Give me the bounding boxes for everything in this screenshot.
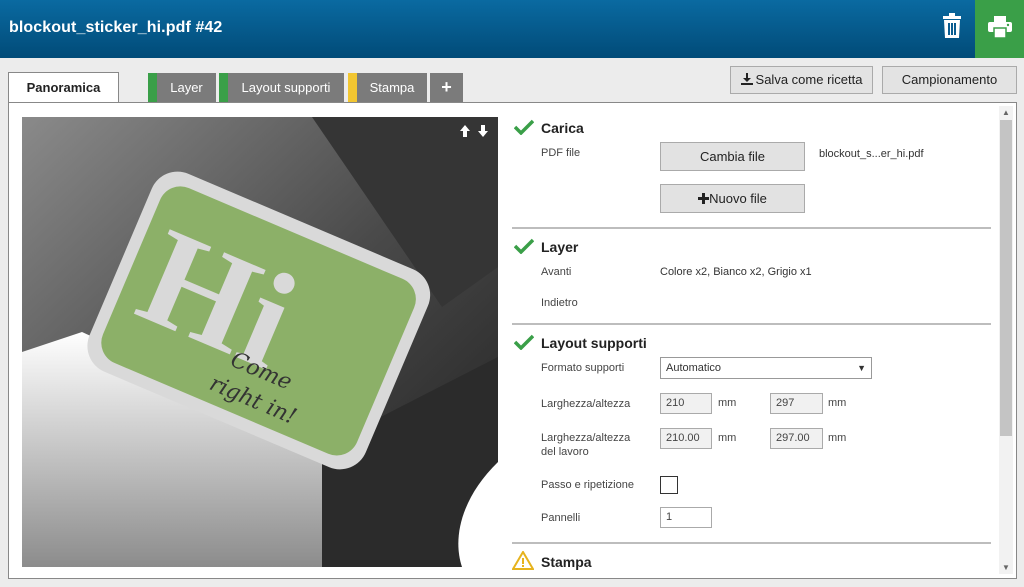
sampling-button[interactable]: Campionamento xyxy=(882,66,1017,94)
save-recipe-button[interactable]: Salva come ricetta xyxy=(730,66,873,94)
height-input[interactable]: 297 xyxy=(770,393,823,414)
save-recipe-label: Salva come ricetta xyxy=(755,72,863,87)
media-format-select[interactable]: Automatico ▼ xyxy=(660,357,872,379)
arrow-up-down-icon[interactable] xyxy=(459,124,489,138)
panels-label: Pannelli xyxy=(541,512,581,524)
section-stampa-title: Stampa xyxy=(541,554,592,570)
status-stripe xyxy=(348,73,357,102)
tab-layout-supporti[interactable]: Layout supporti xyxy=(219,73,344,102)
tab-label: Stampa xyxy=(369,80,415,95)
section-divider xyxy=(512,227,991,229)
plus-icon xyxy=(698,193,710,204)
job-width-input[interactable]: 210.00 xyxy=(660,428,712,449)
preview-image: Hi Come right in! xyxy=(22,117,498,567)
chevron-down-icon: ▼ xyxy=(857,363,866,373)
step-repeat-checkbox[interactable] xyxy=(660,476,678,494)
step-repeat-label: Passo e ripetizione xyxy=(541,479,634,491)
tab-label: Layout supporti xyxy=(241,80,331,95)
pdf-file-label: PDF file xyxy=(541,147,581,159)
check-icon xyxy=(514,238,534,254)
file-name: blockout_s...er_hi.pdf xyxy=(819,148,924,160)
trash-icon[interactable] xyxy=(941,13,963,39)
document-preview[interactable]: Hi Come right in! xyxy=(22,117,498,567)
job-title: blockout_sticker_hi.pdf #42 xyxy=(9,19,223,36)
app-header: blockout_sticker_hi.pdf #42 xyxy=(0,0,1024,58)
tab-label: Layer xyxy=(170,80,203,95)
panels-input[interactable]: 1 xyxy=(660,507,712,528)
new-file-label: Nuovo file xyxy=(709,191,767,206)
scroll-up-icon[interactable]: ▲ xyxy=(1002,108,1010,117)
new-file-button[interactable]: Nuovo file xyxy=(660,184,805,213)
unit-label: mm xyxy=(828,432,847,444)
job-wh-label-1: Larghezza/altezza xyxy=(541,432,631,444)
warning-icon xyxy=(512,551,534,570)
unit-label: mm xyxy=(718,397,737,409)
back-label: Indietro xyxy=(541,297,578,309)
download-icon xyxy=(740,73,753,85)
media-format-label: Formato supporti xyxy=(541,362,625,374)
front-label: Avanti xyxy=(541,266,572,278)
section-divider xyxy=(512,323,991,325)
tab-stampa[interactable]: Stampa xyxy=(348,73,427,102)
printer-icon xyxy=(988,16,1012,38)
page-arrows[interactable] xyxy=(459,124,489,141)
section-carica-title: Carica xyxy=(541,120,584,136)
job-wh-label-2: del lavoro xyxy=(541,446,589,458)
scrollbar-thumb[interactable] xyxy=(1000,120,1012,436)
width-height-label: Larghezza/altezza xyxy=(541,398,631,410)
tab-panoramica[interactable]: Panoramica xyxy=(8,72,119,103)
unit-label: mm xyxy=(828,397,847,409)
width-input[interactable]: 210 xyxy=(660,393,712,414)
change-file-button[interactable]: Cambia file xyxy=(660,142,805,171)
front-value: Colore x2, Bianco x2, Grigio x1 xyxy=(660,266,812,278)
section-divider xyxy=(512,542,991,544)
tab-layer[interactable]: Layer xyxy=(148,73,216,102)
unit-label: mm xyxy=(718,432,737,444)
section-layout-title: Layout supporti xyxy=(541,335,647,351)
check-icon xyxy=(514,334,534,350)
print-button[interactable] xyxy=(975,0,1024,58)
add-tab-button[interactable]: + xyxy=(430,73,463,102)
section-layer-title: Layer xyxy=(541,239,579,255)
scroll-down-icon[interactable]: ▼ xyxy=(1002,563,1010,572)
status-stripe xyxy=(219,73,228,102)
media-format-value: Automatico xyxy=(666,362,722,374)
job-height-input[interactable]: 297.00 xyxy=(770,428,823,449)
status-stripe xyxy=(148,73,157,102)
check-icon xyxy=(514,119,534,135)
